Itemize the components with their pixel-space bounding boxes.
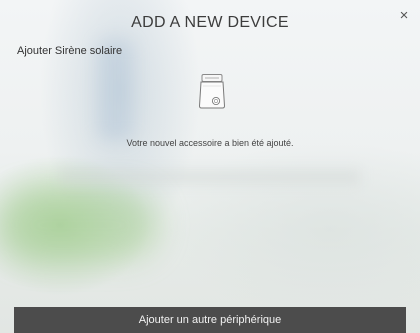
success-message: Votre nouvel accessoire a bien été ajout… — [126, 138, 294, 148]
dialog-header: ADD A NEW DEVICE × — [0, 0, 420, 40]
background-blur — [0, 190, 160, 260]
solar-siren-icon — [197, 73, 227, 109]
add-device-dialog: ADD A NEW DEVICE × Ajouter Sirène solair… — [0, 0, 420, 333]
dialog-title: ADD A NEW DEVICE — [131, 14, 289, 31]
close-icon[interactable]: × — [396, 8, 412, 24]
device-subtitle: Ajouter Sirène solaire — [17, 45, 123, 57]
add-another-device-button[interactable]: Ajouter un autre périphérique — [14, 307, 406, 333]
background-blur — [60, 170, 360, 184]
